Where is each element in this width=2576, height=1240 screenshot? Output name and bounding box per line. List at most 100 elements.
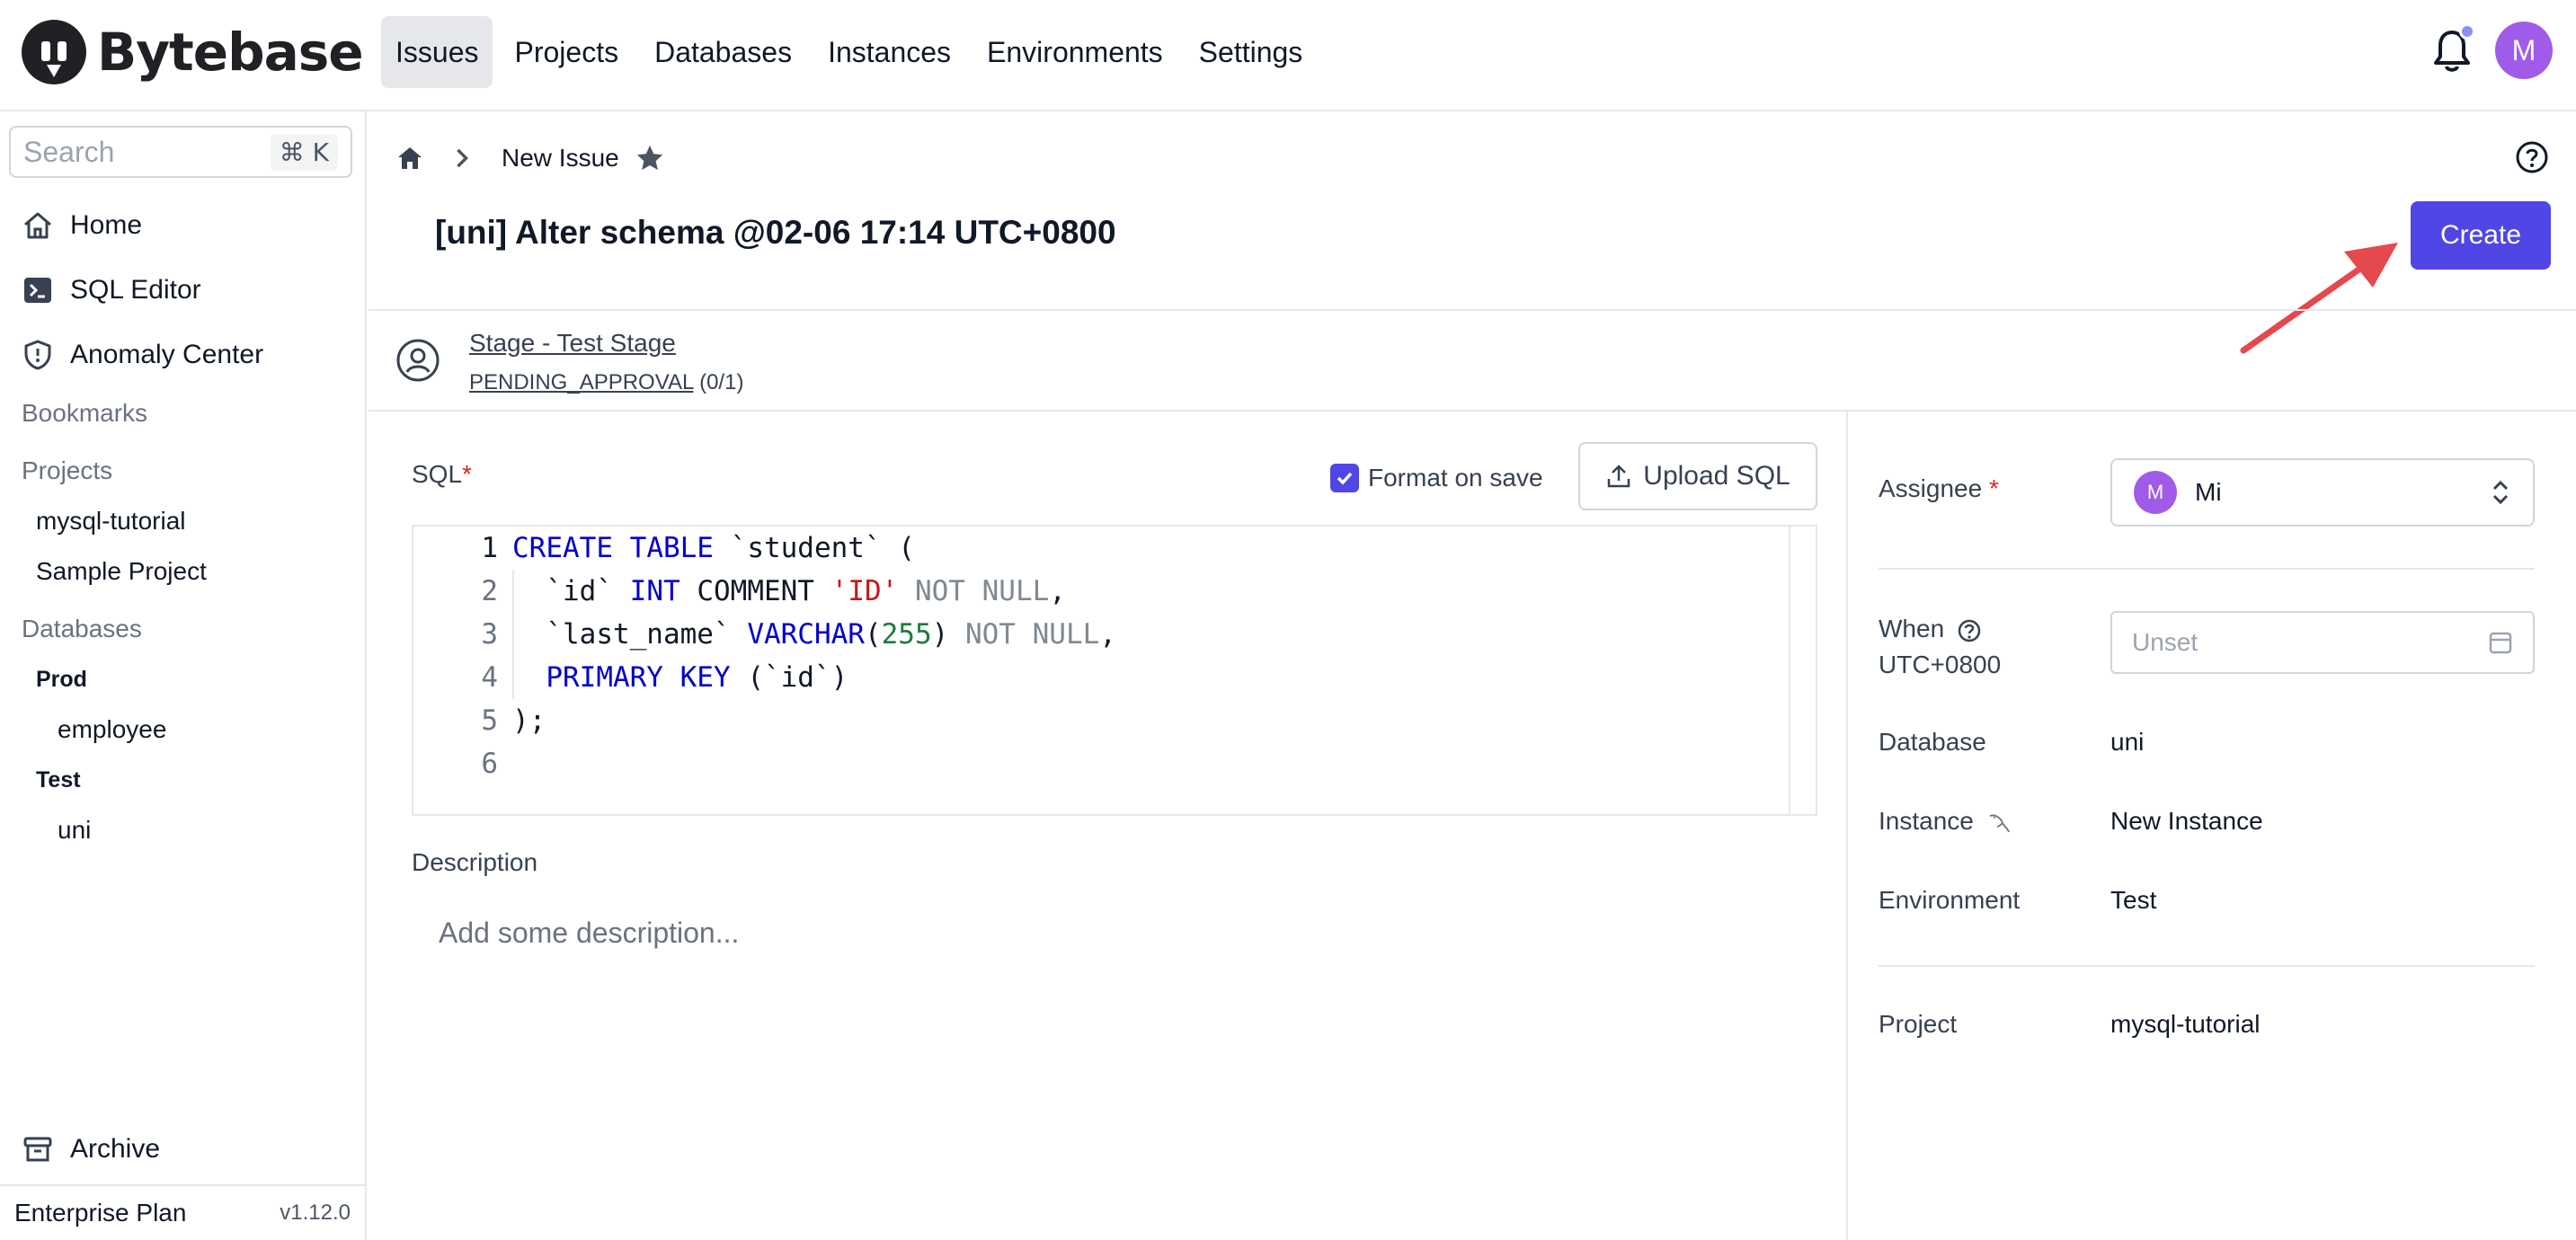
line-number: 5 [481,704,498,737]
code-line: 2 [413,570,498,613]
timezone-label: UTC+0800 [1879,651,2002,678]
sql-editor[interactable]: 1 2 3 4 5 6 CREATE TABLE `student` ( `id… [412,525,1817,816]
sidebar-item-archive[interactable]: Archive [22,1127,160,1172]
line-number: 3 [481,618,498,651]
code-text: PRIMARY KEY (`id`) [546,661,848,694]
user-circle-icon [396,339,440,382]
issue-title[interactable]: [uni] Alter schema @02-06 17:14 UTC+0800 [435,214,1116,252]
plan-label[interactable]: Enterprise Plan [14,1199,280,1227]
code-text: `id` INT COMMENT 'ID' NOT NULL, [512,575,1066,607]
notification-dot [2459,23,2475,40]
upload-sql-button[interactable]: Upload SQL [1578,442,1817,510]
sidebar-section-bookmarks[interactable]: Bookmarks [22,399,147,428]
create-button[interactable]: Create [2411,201,2551,270]
sidebar-item-sql-editor[interactable]: SQL Editor [22,268,201,313]
issue-details-panel: Assignee * M Mi When UTC+0800 Unset Data… [1846,412,2576,1240]
divider [1879,965,2535,967]
code-line: 5 [413,699,498,742]
home-icon [24,212,51,239]
database-label: Database [1879,728,1986,756]
assignee-avatar: M [2134,471,2177,514]
assignee-select[interactable]: M Mi [2110,458,2535,527]
breadcrumb-current: New Issue [502,144,619,172]
mysql-dolphin-icon [1989,814,2010,832]
logo-text: Bytebase [97,22,364,83]
search-shortcut: ⌘ K [270,133,338,171]
project-value[interactable]: mysql-tutorial [2110,1010,2260,1039]
instance-value[interactable]: New Instance [2110,807,2263,836]
sidebar-project-sample[interactable]: Sample Project [36,557,207,586]
nav-environments[interactable]: Environments [973,16,1177,88]
stage-bar: Stage - Test Stage PENDING_APPROVAL (0/1… [369,309,2576,412]
description-input[interactable]: Add some description... [439,917,739,950]
code-line: 1 [413,527,498,570]
line-number: 6 [481,748,498,780]
nav-databases[interactable]: Databases [640,16,806,88]
search-input[interactable]: Search ⌘ K [9,126,352,178]
sidebar-item-home[interactable]: Home [22,203,142,248]
nav-settings[interactable]: Settings [1185,16,1318,88]
nav-instances[interactable]: Instances [813,16,965,88]
nav-projects[interactable]: Projects [500,16,633,88]
code-text: CREATE TABLE `student` ( [512,532,915,564]
chevron-right-icon [457,148,468,168]
database-value[interactable]: uni [2110,728,2144,757]
when-placeholder: Unset [2132,628,2198,656]
sql-label: SQL* [412,460,472,489]
top-navbar: Bytebase Issues Projects Databases Insta… [0,0,2576,111]
format-on-save-checkbox[interactable]: Format on save [1330,462,1543,494]
required-mark: * [462,460,472,488]
logo[interactable]: Bytebase [20,18,364,86]
when-date-picker[interactable]: Unset [2110,611,2535,674]
sql-label-text: SQL [412,460,463,488]
format-on-save-label: Format on save [1368,464,1543,492]
sidebar-item-label: SQL Editor [70,275,201,305]
sidebar-db-employee[interactable]: employee [58,715,166,744]
when-label-text: When [1879,615,1945,642]
sidebar-db-uni[interactable]: uni [58,816,91,845]
environment-value[interactable]: Test [2110,886,2156,915]
home-icon[interactable] [395,144,424,173]
project-label: Project [1879,1010,1958,1038]
stage-name[interactable]: Stage - Test Stage [469,329,676,358]
shield-icon [24,340,51,370]
main-nav: Issues Projects Databases Instances Envi… [381,16,1324,88]
code-text: `last_name` VARCHAR(255) NOT NULL, [512,618,1116,651]
sidebar-section-projects[interactable]: Projects [22,456,112,485]
stage-progress: (0/1) [699,370,744,394]
sidebar-item-label: Home [70,210,143,240]
breadcrumb: New Issue [395,140,664,176]
upload-icon [1608,465,1630,488]
editor-scrollbar[interactable] [1789,527,1816,814]
code-line: 6 [413,742,498,785]
sidebar-env-test[interactable]: Test [36,767,81,793]
archive-icon [23,1137,52,1162]
sidebar-item-label: Anomaly Center [70,340,264,369]
help-icon[interactable] [1957,618,1982,643]
upload-sql-label: Upload SQL [1643,461,1790,491]
star-icon[interactable] [635,144,664,173]
instance-label-text: Instance [1879,807,1974,835]
line-number: 2 [481,575,498,607]
stage-status-text[interactable]: PENDING_APPROVAL [469,370,693,394]
sidebar-env-prod[interactable]: Prod [36,667,87,693]
nav-issues[interactable]: Issues [381,16,493,88]
sidebar-item-anomaly-center[interactable]: Anomaly Center [22,332,263,377]
help-icon[interactable] [2515,140,2549,174]
search-placeholder: Search [23,135,115,168]
sidebar-project-mysql-tutorial[interactable]: mysql-tutorial [36,507,185,536]
description-label: Description [412,848,538,876]
logo-icon [22,20,86,84]
version-label: v1.12.0 [280,1200,351,1225]
line-number: 1 [481,532,498,564]
when-label: When [1879,615,1982,643]
code-text: ); [512,704,546,737]
sql-editor-icon [24,278,51,303]
sidebar-section-databases[interactable]: Databases [22,615,142,643]
updown-chevron-icon [2492,480,2509,505]
checkbox-checked[interactable] [1330,464,1359,492]
code-line: 4 [413,656,498,699]
sidebar-footer: Enterprise Plan v1.12.0 [0,1184,365,1240]
user-avatar[interactable]: M [2495,22,2553,79]
sidebar-item-label: Archive [70,1134,161,1164]
